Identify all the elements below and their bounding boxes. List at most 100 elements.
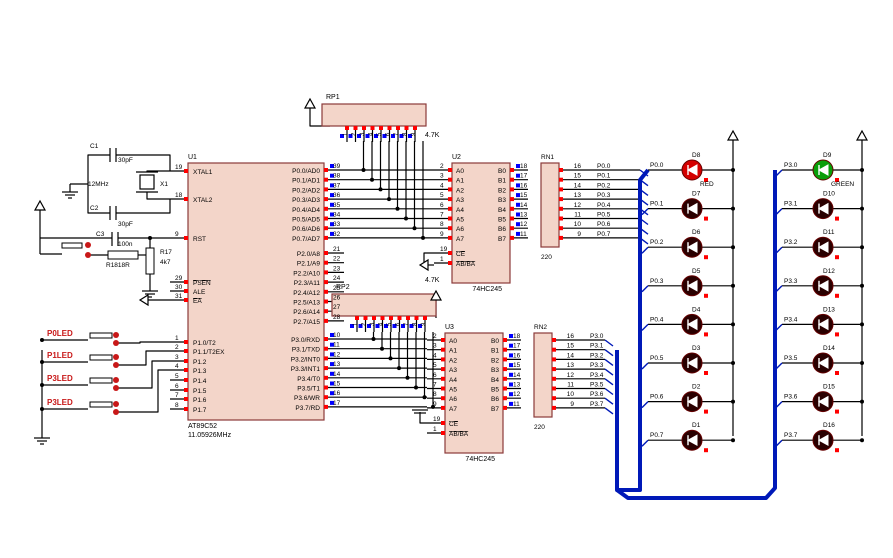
u1-pin-name: P1.7 — [193, 407, 207, 414]
pin-marker — [387, 126, 392, 130]
pin-marker — [448, 197, 452, 202]
pin-marker — [503, 376, 507, 381]
push-button-contact — [113, 385, 119, 391]
buffer-pin-num: 11 — [520, 231, 527, 238]
junction-dot — [731, 438, 735, 443]
rn-pin-num: 10 — [574, 221, 582, 228]
rp1-power-icon — [303, 97, 317, 109]
pin-marker — [441, 431, 445, 435]
button-label: P0LED — [47, 329, 73, 338]
buffer-pin-name: A5 — [449, 387, 457, 394]
rn-net-label: P0.1 — [597, 173, 611, 180]
pin-marker — [510, 226, 514, 231]
junction-dot — [860, 322, 864, 327]
buffer-pin-name: A1 — [449, 348, 457, 355]
buffer-pin-name: B0 — [491, 338, 499, 345]
junction-dot — [731, 168, 735, 172]
reset-button-contact — [85, 252, 91, 258]
pin-marker — [324, 206, 328, 211]
pin-marker — [324, 177, 328, 182]
crystal-ref: X1 — [160, 181, 168, 188]
led-ref: D3 — [692, 345, 701, 352]
pin-marker — [184, 289, 188, 293]
u1-pin-num: 22 — [333, 256, 341, 263]
u1-pin-name: XTAL2 — [193, 197, 213, 204]
led-net-label: P3.6 — [784, 394, 798, 401]
buffer-pin-name: A0 — [449, 338, 457, 345]
led-pin-marker — [835, 293, 839, 298]
junction-dot — [395, 206, 400, 211]
cap-c1-ref: C1 — [90, 143, 99, 150]
led-ref: D13 — [823, 306, 835, 313]
buffer-pin-num: 12 — [520, 221, 528, 228]
cap-c3-ref: C3 — [96, 231, 105, 238]
button-label: P1LED — [47, 351, 73, 360]
buffer-pin-num: 9 — [440, 231, 444, 238]
resistor-pack-pin-num: 6 — [386, 132, 392, 136]
u1-pin-num: 29 — [175, 275, 183, 282]
resistor-pack-pin-num: 9 — [421, 322, 427, 326]
rn-net-label: P3.0 — [590, 333, 604, 340]
pin-marker — [441, 347, 445, 352]
resistor-network-rn1 — [540, 162, 560, 248]
junction-dot — [412, 226, 417, 231]
buffer-pin-num: 17 — [520, 173, 528, 180]
led-net-label: P3.1 — [784, 201, 798, 208]
buffer-pin-name: B4 — [498, 207, 506, 214]
schematic-canvas: U1AT89C5211.05926MHz19XTAL118XTAL29RST29… — [33, 94, 869, 500]
buffer-pin-name: A7 — [456, 236, 464, 243]
u3-ce-wire — [419, 412, 427, 424]
pin-marker — [324, 251, 328, 255]
push-button-contact — [113, 354, 119, 360]
led-pin-marker — [704, 332, 708, 337]
chip-u2-part: 74HC245 — [472, 286, 502, 293]
junction-dot — [860, 361, 864, 365]
pin-marker — [184, 407, 188, 411]
bus-entry — [604, 378, 614, 386]
pin-marker — [324, 270, 328, 275]
pin-marker — [324, 235, 328, 240]
u1-pin-name: P3.1/TXD — [292, 347, 320, 354]
rn-pin-num: 13 — [574, 192, 582, 199]
cap-c3-value: 100n — [118, 241, 133, 248]
pin-marker — [559, 187, 563, 192]
u1-pin-name: P2.0/A8 — [297, 251, 321, 258]
pin-marker — [370, 126, 375, 130]
bus-entry — [604, 407, 614, 415]
u1-pin-name: P2.5/A13 — [293, 300, 320, 307]
push-button-cap — [89, 332, 113, 339]
resistor-pack-pin-num: 5 — [387, 322, 393, 326]
pin-marker — [345, 126, 349, 130]
pin-marker — [448, 168, 452, 172]
resistor-pack-pin-num: 4 — [379, 322, 385, 326]
p3_leds-vcc-icon — [855, 129, 869, 141]
junction-dot — [361, 168, 366, 172]
pin-marker — [184, 388, 188, 392]
u1-pin-num: 1 — [175, 335, 179, 342]
pin-marker — [448, 251, 452, 255]
u1-pin-name: XTAL1 — [193, 169, 213, 176]
rn1-ref: RN1 — [541, 154, 554, 161]
pin-marker — [414, 316, 419, 320]
buffer-pin-name: A6 — [456, 226, 464, 233]
buffer-pin-num: 8 — [440, 221, 444, 228]
pin-marker — [441, 338, 445, 342]
led-pin-marker — [704, 371, 708, 375]
led-color-label: GREEN — [831, 181, 854, 188]
led-net-label: P3.2 — [784, 239, 798, 246]
buffer-pin-name: A4 — [456, 207, 464, 214]
buffer-pin-name: B1 — [498, 178, 506, 185]
resistor-pack-pin-num: 9 — [411, 132, 417, 136]
pin-marker — [184, 368, 188, 372]
resistor-pack-rp2 — [331, 293, 437, 317]
pin-marker — [552, 386, 556, 391]
pin-marker — [353, 126, 358, 130]
chip-u2-ref: U2 — [452, 154, 461, 161]
u1-pin-num: 23 — [333, 265, 341, 272]
resistor-r17-value: 4k7 — [160, 259, 171, 266]
junction-dot — [380, 346, 384, 351]
led-net-label: P0.3 — [650, 278, 664, 285]
led-pin-marker — [704, 409, 708, 414]
u1-pin-num: 6 — [175, 383, 179, 390]
led-net-label: P0.4 — [650, 316, 664, 323]
